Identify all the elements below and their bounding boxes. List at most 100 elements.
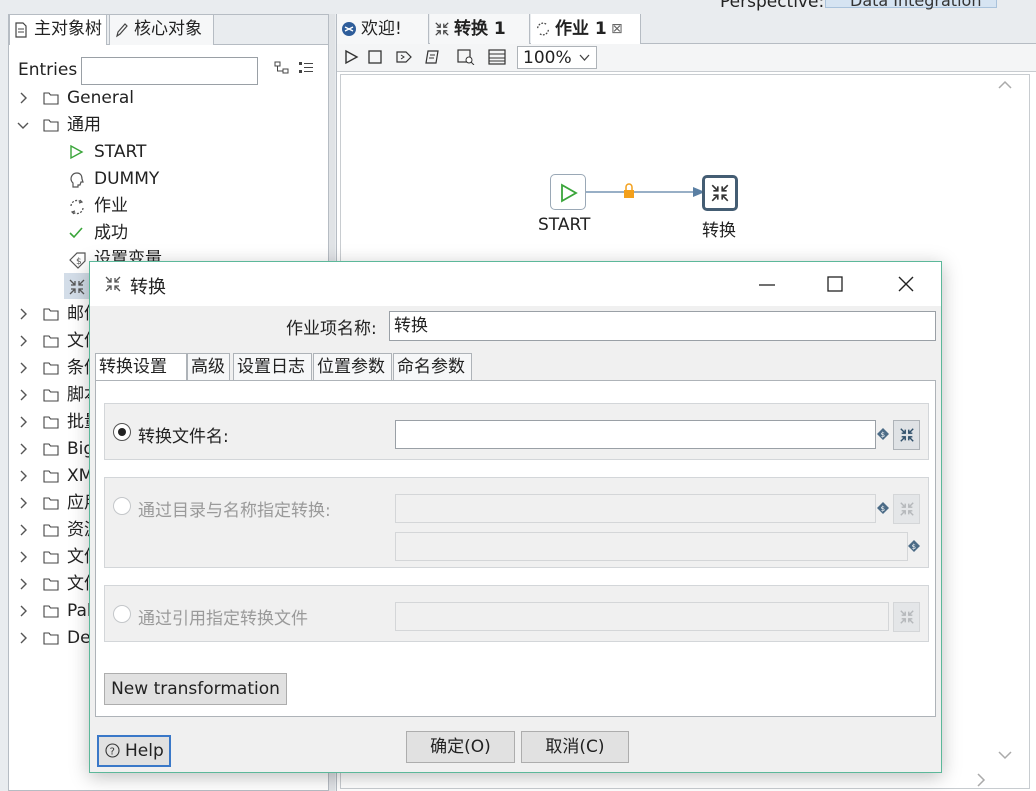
tree-leaf-start[interactable]: START (9, 139, 328, 165)
chevron-right-icon[interactable] (17, 578, 29, 590)
chevron-right-icon[interactable] (17, 551, 29, 563)
stop-icon[interactable] (367, 49, 383, 65)
file-name-input[interactable] (395, 420, 876, 449)
transformation-dialog: 转换 作业项名称: 转换 转换设置 高级 设置日志 位置参数 命名参数 转换文件… (89, 261, 942, 773)
chevron-right-icon[interactable] (17, 524, 29, 536)
tree-label: 通用 (67, 115, 101, 135)
help-icon: ? (105, 743, 120, 758)
chevron-right-icon[interactable] (17, 443, 29, 455)
expand-all-icon[interactable] (274, 61, 290, 75)
tab-advanced[interactable]: 高级 (187, 353, 230, 381)
sql-icon[interactable] (457, 49, 475, 65)
browse-file-button[interactable] (893, 420, 920, 450)
chevron-right-icon[interactable] (17, 389, 29, 401)
tab-core-objects[interactable]: 核心对象 (109, 15, 214, 45)
transform-icon (900, 610, 914, 624)
help-label: Help (125, 741, 164, 761)
tab-job-1[interactable]: 作业 1 ⊠ (531, 14, 641, 44)
tree-leaf-job[interactable]: 作业 (9, 193, 328, 219)
tab-positional-params[interactable]: 位置参数 (313, 353, 392, 381)
tab-welcome[interactable]: 欢迎! (337, 14, 429, 44)
chevron-right-icon[interactable] (17, 416, 29, 428)
close-button[interactable] (892, 271, 920, 297)
variable-icon: $ (68, 251, 88, 269)
minimize-button[interactable] (753, 271, 781, 297)
chevron-right-icon[interactable] (17, 308, 29, 320)
chevron-down-icon (579, 54, 590, 62)
chevron-right-icon[interactable] (17, 92, 29, 104)
chevron-down-icon[interactable] (17, 119, 29, 131)
maximize-button[interactable] (821, 271, 849, 297)
scroll-right-icon[interactable] (976, 773, 986, 787)
folder-icon (43, 334, 59, 348)
variable-icon[interactable]: $ (877, 428, 889, 440)
perspective-label: Perspective: (720, 0, 825, 12)
verify-icon[interactable] (425, 49, 441, 65)
chevron-right-icon[interactable] (17, 632, 29, 644)
document-icon (14, 22, 28, 38)
tree-leaf-success[interactable]: 成功 (9, 220, 328, 246)
chevron-right-icon[interactable] (17, 335, 29, 347)
tab-main-object-tree[interactable]: 主对象树 (9, 15, 107, 45)
tab-label: 主对象树 (34, 19, 102, 39)
folder-icon (43, 307, 59, 321)
tree-folder-general[interactable]: General (9, 85, 328, 111)
tab-label: 欢迎! (361, 19, 402, 39)
cancel-button[interactable]: 取消(C) (521, 731, 629, 763)
radio-label-file-name: 转换文件名: (138, 427, 229, 447)
radio-file-name[interactable] (113, 423, 131, 441)
transform-icon (900, 502, 914, 516)
job-entry-name-input[interactable]: 转换 (389, 311, 936, 341)
editor-tab-bar: 欢迎! 转换 1 作业 1 ⊠ (337, 14, 1036, 44)
tab-logging[interactable]: 设置日志 (233, 353, 312, 381)
folder-icon (43, 550, 59, 564)
tree-leaf-dummy[interactable]: DUMMY (9, 166, 328, 192)
transformation-name-input[interactable] (395, 532, 908, 561)
transform-icon (104, 275, 122, 293)
folder-icon (43, 118, 59, 132)
run-icon[interactable] (343, 49, 359, 65)
folder-icon (43, 91, 59, 105)
node-transformation[interactable] (702, 175, 738, 211)
node-start[interactable] (550, 174, 586, 210)
tab-content: 转换文件名: $ 通过目录与名称指定转换: $ $ 通过引用指定转换文件 (95, 380, 936, 717)
close-tab-icon[interactable]: ⊠ (611, 14, 623, 44)
variable-icon[interactable]: $ (908, 540, 920, 552)
replay-icon[interactable] (395, 49, 413, 65)
radio-directory-name[interactable] (113, 497, 131, 515)
radio-reference[interactable] (113, 605, 131, 623)
chevron-right-icon[interactable] (17, 497, 29, 509)
tree-label: 作业 (94, 196, 128, 216)
browse-reference-button[interactable] (893, 602, 920, 632)
entries-search-input[interactable] (81, 57, 258, 85)
tab-transformation-1[interactable]: 转换 1 (430, 14, 530, 44)
variable-icon[interactable]: $ (877, 502, 889, 514)
node-label-transformation: 转换 (702, 221, 736, 241)
hop-connector[interactable] (581, 183, 711, 203)
tab-transformation-settings[interactable]: 转换设置 (95, 353, 187, 382)
reference-input[interactable] (395, 602, 889, 631)
grid-icon[interactable] (488, 49, 506, 65)
svg-text:$: $ (912, 543, 916, 551)
folder-icon (43, 388, 59, 402)
perspective-button[interactable]: Data Integration (825, 0, 997, 10)
scroll-down-icon[interactable] (998, 750, 1012, 760)
tree-label: DUMMY (94, 169, 160, 189)
chevron-right-icon[interactable] (17, 362, 29, 374)
zoom-select[interactable]: 100% (517, 46, 597, 69)
dialog-titlebar: 转换 (90, 262, 941, 306)
tree-folder-general-cn[interactable]: 通用 (9, 112, 328, 138)
chevron-right-icon[interactable] (17, 605, 29, 617)
help-button[interactable]: ? Help (97, 735, 171, 767)
browse-repository-button[interactable] (893, 494, 920, 524)
directory-input[interactable] (395, 494, 876, 523)
tree-label: General (67, 88, 134, 108)
tab-named-params[interactable]: 命名参数 (393, 353, 472, 381)
folder-icon (43, 577, 59, 591)
new-transformation-button[interactable]: New transformation (104, 673, 287, 705)
scroll-up-icon[interactable] (998, 80, 1012, 90)
ok-button[interactable]: 确定(O) (406, 731, 515, 763)
collapse-all-icon[interactable] (298, 61, 314, 75)
chevron-right-icon[interactable] (17, 470, 29, 482)
job-icon (535, 21, 551, 37)
